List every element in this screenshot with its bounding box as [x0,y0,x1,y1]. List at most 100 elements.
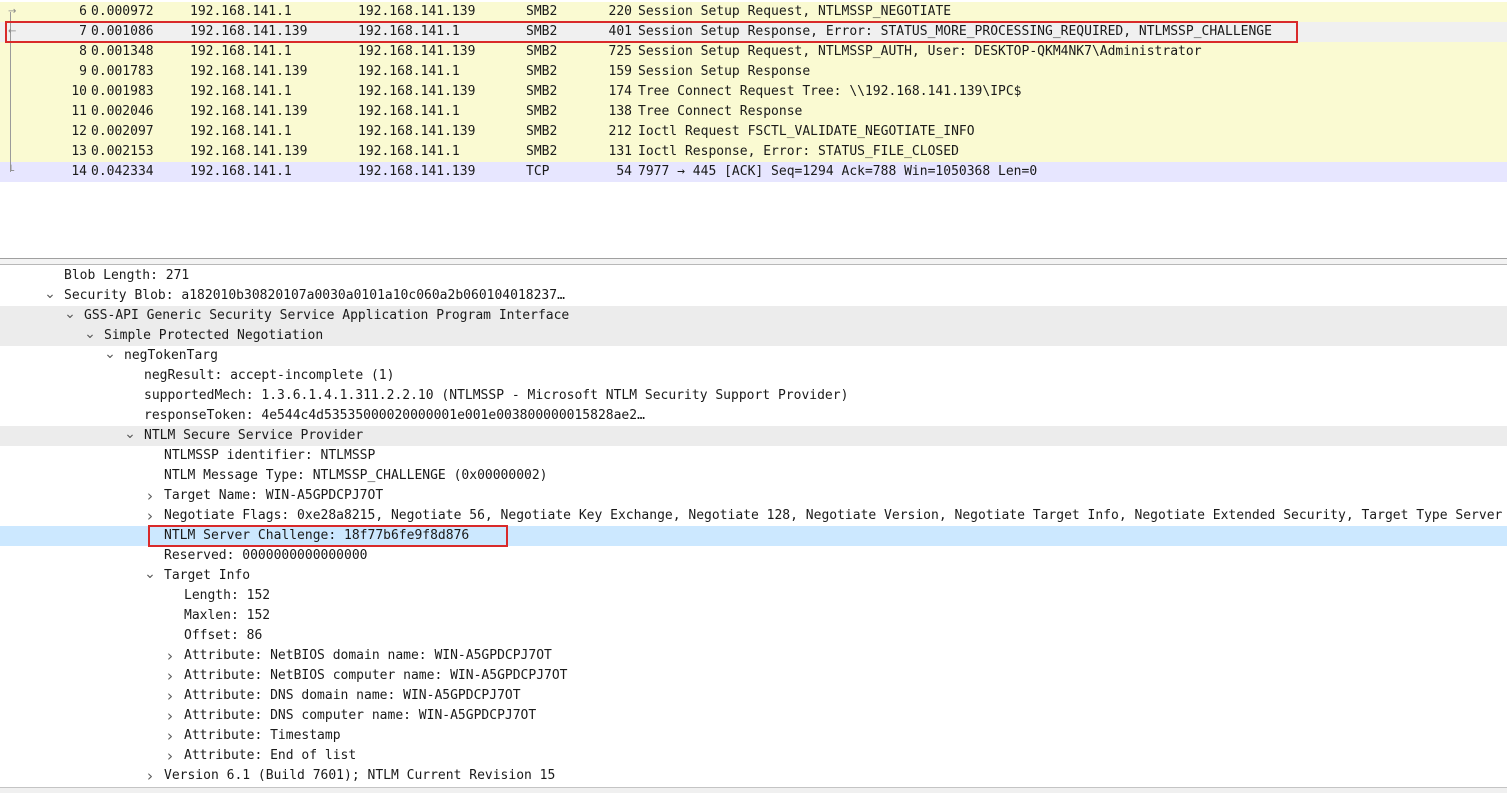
tree-item-label: GSS-API Generic Security Service Applica… [84,308,570,323]
packet-source: 192.168.141.1 [190,124,292,139]
tree-item[interactable]: › Attribute: Timestamp [0,726,1507,746]
packet-protocol: SMB2 [526,144,558,159]
packet-number: 8 [79,44,87,59]
packet-protocol: SMB2 [526,124,558,139]
packet-length: 174 [608,84,632,99]
packet-list[interactable]: 6 0.000972 192.168.141.1 192.168.141.139 SMB… [0,0,1507,259]
packet-protocol: SMB2 [526,44,558,59]
chevron-right-icon[interactable]: › [144,766,156,786]
tree-item-label: Attribute: NetBIOS computer name: WIN-A5… [184,668,568,683]
chevron-down-icon[interactable]: ⌄ [64,307,76,321]
chevron-right-icon[interactable]: › [164,726,176,746]
packet-destination: 192.168.141.139 [358,84,476,99]
tree-item[interactable]: negResult: accept-incomplete (1) [0,366,1507,386]
packet-source: 192.168.141.139 [190,24,308,39]
packet-source: 192.168.141.139 [190,104,308,119]
chevron-right-icon[interactable]: › [164,646,176,666]
packet-source: 192.168.141.1 [190,164,292,179]
chevron-down-icon[interactable]: ⌄ [124,427,136,441]
bottom-pane-edge[interactable] [0,787,1507,793]
tree-item-label: Attribute: Timestamp [184,728,341,743]
packet-row[interactable]: 14 0.042334 192.168.141.1 192.168.141.139 TC… [0,162,1507,182]
packet-row[interactable]: 13 0.002153 192.168.141.139 192.168.141.1 SM… [0,142,1507,162]
tree-item[interactable]: Reserved: 0000000000000000 [0,546,1507,566]
packet-row[interactable]: 9 0.001783 192.168.141.139 192.168.141.1 SMB… [0,62,1507,82]
packet-row[interactable]: 8 0.001348 192.168.141.1 192.168.141.139 SMB… [0,42,1507,62]
tree-item-label: Attribute: DNS domain name: WIN-A5GPDCPJ… [184,688,521,703]
packet-source: 192.168.141.139 [190,64,308,79]
packet-destination: 192.168.141.139 [358,44,476,59]
packet-info: Session Setup Response [638,64,811,79]
packet-row[interactable]: 12 0.002097 192.168.141.1 192.168.141.139 SM… [0,122,1507,142]
packet-destination: 192.168.141.1 [358,144,460,159]
packet-row[interactable]: 11 0.002046 192.168.141.139 192.168.141.1 SM… [0,102,1507,122]
packet-info: Ioctl Response, Error: STATUS_FILE_CLOSE… [638,144,959,159]
packet-length: 220 [608,4,632,19]
chevron-down-icon[interactable]: ⌄ [144,567,156,581]
packet-info: Ioctl Request FSCTL_VALIDATE_NEGOTIATE_I… [638,124,975,139]
packet-protocol: SMB2 [526,4,558,19]
tree-item[interactable]: NTLMSSP identifier: NTLMSSP [0,446,1507,466]
packet-protocol: SMB2 [526,64,558,79]
chevron-right-icon[interactable]: › [164,706,176,726]
packet-destination: 192.168.141.139 [358,124,476,139]
tree-item-selected[interactable]: NTLM Server Challenge: 18f77b6fe9f8d876 [0,526,1507,546]
chevron-right-icon[interactable]: › [144,486,156,506]
tree-item[interactable]: › Version 6.1 (Build 7601); NTLM Current … [0,766,1507,786]
packet-row[interactable]: 10 0.001983 192.168.141.1 192.168.141.139 SM… [0,82,1507,102]
tree-item-label: Simple Protected Negotiation [104,328,324,343]
chevron-right-icon[interactable]: › [164,746,176,766]
chevron-down-icon[interactable]: ⌄ [104,347,116,361]
tree-item-label: NTLM Message Type: NTLMSSP_CHALLENGE (0x… [164,468,548,483]
tree-item[interactable]: ⌄ Target Info [0,566,1507,586]
tree-item-label: Attribute: End of list [184,748,357,763]
packet-length: 138 [608,104,632,119]
tree-item[interactable]: › Attribute: NetBIOS domain name: WIN-A5G… [0,646,1507,666]
tree-item[interactable]: › Negotiate Flags: 0xe28a8215, Negotiate … [0,506,1507,526]
chevron-right-icon[interactable]: › [144,506,156,526]
tree-item[interactable]: Length: 152 [0,586,1507,606]
tree-item[interactable]: responseToken: 4e544c4d53535000020000001… [0,406,1507,426]
tree-item[interactable]: supportedMech: 1.3.6.1.4.1.311.2.2.10 (N… [0,386,1507,406]
tree-item-label: Blob Length: 271 [64,268,190,283]
packet-number: 11 [71,104,87,119]
packet-destination: 192.168.141.1 [358,64,460,79]
packet-length: 159 [608,64,632,79]
tree-item[interactable]: ⌄ GSS-API Generic Security Service Applic… [0,306,1507,326]
packet-info: Session Setup Request, NTLMSSP_AUTH, Use… [638,44,1202,59]
tree-item[interactable]: › Attribute: End of list [0,746,1507,766]
packet-details-tree[interactable]: Blob Length: 271 ⌄ Security Blob: a182010b… [0,266,1507,793]
packet-length: 401 [608,24,632,39]
tree-item[interactable]: Offset: 86 [0,626,1507,646]
tree-item[interactable]: ⌄ Simple Protected Negotiation [0,326,1507,346]
tree-item-label: NTLMSSP identifier: NTLMSSP [164,448,376,463]
tree-item-label: negResult: accept-incomplete (1) [144,368,395,383]
packet-number: 14 [71,164,87,179]
tree-item[interactable]: Blob Length: 271 [0,266,1507,286]
tree-item[interactable]: NTLM Message Type: NTLMSSP_CHALLENGE (0x… [0,466,1507,486]
chevron-right-icon[interactable]: › [164,686,176,706]
packet-row-selected[interactable]: 7 0.001086 192.168.141.139 192.168.141.1 SMB… [0,22,1507,42]
tree-item[interactable]: › Target Name: WIN-A5GPDCPJ7OT [0,486,1507,506]
packet-time: 0.002046 [91,104,154,119]
packet-length: 131 [608,144,632,159]
chevron-down-icon[interactable]: ⌄ [44,287,56,301]
pane-splitter[interactable] [0,259,1507,265]
packet-time: 0.042334 [91,164,154,179]
packet-row[interactable]: 6 0.000972 192.168.141.1 192.168.141.139 SMB… [0,2,1507,22]
chevron-down-icon[interactable]: ⌄ [84,327,96,341]
tree-item[interactable]: › Attribute: DNS computer name: WIN-A5GPD… [0,706,1507,726]
tree-item[interactable]: ⌄ Security Blob: a182010b30820107a0030a01… [0,286,1507,306]
packet-protocol: SMB2 [526,104,558,119]
tree-item-label: Target Info [164,568,251,583]
tree-item[interactable]: ⌄ negTokenTarg [0,346,1507,366]
tree-item[interactable]: › Attribute: NetBIOS computer name: WIN-A… [0,666,1507,686]
tree-item-label: Security Blob: a182010b30820107a0030a010… [64,288,565,303]
chevron-right-icon[interactable]: › [164,666,176,686]
packet-source: 192.168.141.1 [190,4,292,19]
tree-item[interactable]: Maxlen: 152 [0,606,1507,626]
packet-protocol: SMB2 [526,84,558,99]
tree-item[interactable]: ⌄ NTLM Secure Service Provider [0,426,1507,446]
packet-protocol: TCP [526,164,550,179]
tree-item[interactable]: › Attribute: DNS domain name: WIN-A5GPDCP… [0,686,1507,706]
